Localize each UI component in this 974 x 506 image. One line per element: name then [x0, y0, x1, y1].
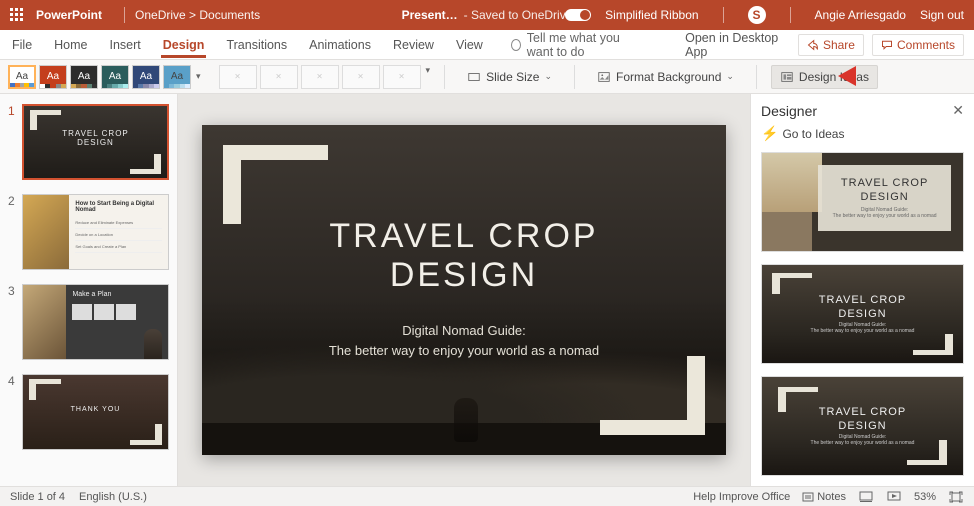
thumbnail-2[interactable]: 2 How to Start Being a Digital Nomad Red… — [8, 194, 169, 270]
share-icon — [807, 39, 819, 51]
variant-1[interactable] — [219, 65, 257, 89]
comments-button[interactable]: Comments — [872, 34, 964, 56]
simplified-ribbon-label: Simplified Ribbon — [605, 8, 698, 22]
slide-counter[interactable]: Slide 1 of 4 — [10, 491, 65, 503]
theme-option-2[interactable]: Aa — [39, 65, 67, 89]
theme-option-4[interactable]: Aa — [101, 65, 129, 89]
theme-option-5[interactable]: Aa — [132, 65, 160, 89]
format-bg-icon — [597, 70, 611, 84]
comment-icon — [881, 39, 893, 51]
variant-3[interactable] — [301, 65, 339, 89]
format-background-button[interactable]: Format Background ⌄ — [589, 66, 742, 88]
variant-2[interactable] — [260, 65, 298, 89]
slide-size-icon — [467, 70, 481, 84]
variant-5[interactable] — [383, 65, 421, 89]
user-name[interactable]: Angie Arriesgado — [815, 8, 906, 22]
help-improve-link[interactable]: Help Improve Office — [693, 491, 790, 503]
slide-size-button[interactable]: Slide Size ⌄ — [459, 66, 560, 88]
skype-icon[interactable]: S — [748, 6, 766, 24]
open-desktop-app-link[interactable]: Open in Desktop App — [685, 31, 780, 59]
theme-more-icon[interactable]: ▾ — [196, 71, 201, 82]
thumbnail-3[interactable]: 3 Make a Plan — [8, 284, 169, 360]
ribbon: Aa Aa Aa Aa Aa Aa ▾ ▾ Slide Size ⌄ Forma… — [0, 60, 974, 94]
variant-gallery[interactable]: ▾ — [219, 65, 431, 89]
tell-me-search[interactable]: Tell me what you want to do — [511, 31, 649, 59]
tab-view[interactable]: View — [454, 32, 485, 58]
share-button[interactable]: Share — [798, 34, 864, 56]
zoom-level[interactable]: 53% — [914, 491, 936, 503]
simplified-ribbon-toggle[interactable] — [565, 9, 591, 21]
variant-4[interactable] — [342, 65, 380, 89]
notes-icon — [802, 491, 814, 503]
save-status: - Saved to OneDrive — [464, 8, 573, 22]
thumbnail-4[interactable]: 4 THANK YOU — [8, 374, 169, 450]
slide-title[interactable]: TRAVEL CROP DESIGN — [202, 217, 726, 295]
sign-out-link[interactable]: Sign out — [920, 8, 964, 22]
slide-subtitle-1[interactable]: Digital Nomad Guide: — [202, 323, 726, 338]
notes-toggle[interactable]: Notes — [802, 491, 846, 503]
status-bar: Slide 1 of 4 English (U.S.) Help Improve… — [0, 486, 974, 506]
title-bar: PowerPoint OneDrive > Documents Present…… — [0, 0, 974, 30]
design-suggestion-2[interactable]: TRAVEL CROP DESIGN Digital Nomad Guide:T… — [761, 264, 964, 364]
designer-pane: Designer ✕ ⚡ Go to Ideas TRAVEL CROP DES… — [750, 94, 974, 486]
tab-review[interactable]: Review — [391, 32, 436, 58]
theme-option-6[interactable]: Aa — [163, 65, 191, 89]
tab-file[interactable]: File — [10, 32, 34, 58]
breadcrumb[interactable]: OneDrive > Documents — [135, 8, 260, 22]
normal-view-icon[interactable] — [858, 490, 874, 504]
tab-transitions[interactable]: Transitions — [224, 32, 289, 58]
bolt-icon: ⚡ — [761, 125, 778, 142]
menu-bar: File Home Insert Design Transitions Anim… — [0, 30, 974, 60]
tab-animations[interactable]: Animations — [307, 32, 373, 58]
language-status[interactable]: English (U.S.) — [79, 491, 147, 503]
variant-more-icon[interactable]: ▾ — [426, 65, 431, 89]
annotation-arrow — [838, 63, 938, 94]
designer-title: Designer — [761, 103, 817, 119]
slide-canvas[interactable]: TRAVEL CROP DESIGN Digital Nomad Guide: … — [178, 94, 750, 486]
app-name: PowerPoint — [36, 8, 102, 22]
fit-to-window-icon[interactable] — [948, 490, 964, 504]
theme-option-3[interactable]: Aa — [70, 65, 98, 89]
tab-insert[interactable]: Insert — [108, 32, 143, 58]
file-name[interactable]: Present… — [402, 8, 458, 22]
tab-design[interactable]: Design — [161, 32, 207, 58]
current-slide[interactable]: TRAVEL CROP DESIGN Digital Nomad Guide: … — [202, 125, 726, 455]
slide-thumbnail-panel: 1 TRAVEL CROP DESIGN 2 How to Start Bein… — [0, 94, 178, 486]
design-suggestion-1[interactable]: TRAVEL CROP DESIGN Digital Nomad Guide:T… — [761, 152, 964, 252]
tab-home[interactable]: Home — [52, 32, 89, 58]
thumbnail-1[interactable]: 1 TRAVEL CROP DESIGN — [8, 104, 169, 180]
design-suggestion-3[interactable]: TRAVEL CROP DESIGN Digital Nomad Guide:T… — [761, 376, 964, 476]
app-launcher-icon[interactable] — [10, 8, 24, 22]
design-ideas-icon — [780, 70, 794, 84]
slideshow-view-icon[interactable] — [886, 490, 902, 504]
slide-subtitle-2[interactable]: The better way to enjoy your world as a … — [202, 343, 726, 358]
close-icon[interactable]: ✕ — [952, 102, 964, 119]
theme-gallery[interactable]: Aa Aa Aa Aa Aa Aa ▾ — [8, 65, 201, 89]
go-to-ideas-link[interactable]: ⚡ Go to Ideas — [761, 125, 964, 142]
bulb-icon — [511, 39, 521, 51]
theme-option-1[interactable]: Aa — [8, 65, 36, 89]
